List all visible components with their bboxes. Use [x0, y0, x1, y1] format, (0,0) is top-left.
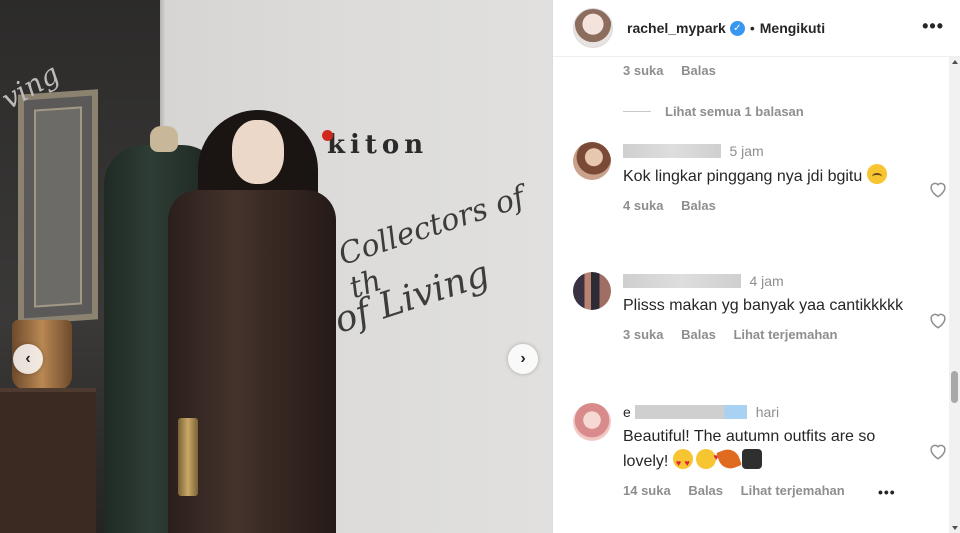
avatar[interactable] — [573, 8, 613, 48]
top-reply-meta: 3 suka Balas — [623, 63, 730, 78]
gold-clutch — [178, 418, 198, 496]
comment-item: 4 jam Plisss makan yg banyak yaa cantikk… — [573, 272, 946, 342]
reply-button[interactable]: Balas — [681, 63, 716, 78]
brand-logo: kiton — [322, 130, 428, 160]
comment-time[interactable]: hari — [756, 404, 779, 420]
brand-dot-icon — [322, 130, 333, 141]
comment-time[interactable]: 4 jam — [749, 273, 783, 289]
username-fragment[interactable]: e — [623, 404, 631, 420]
blurred-username[interactable] — [623, 143, 721, 158]
likes-count[interactable]: 4 suka — [623, 198, 663, 213]
fallen-leaf-emoji-icon — [715, 446, 742, 472]
scrollbar-thumb[interactable] — [951, 371, 958, 403]
post-header: rachel_mypark ✓ • Mengikuti ••• — [553, 0, 960, 57]
comments-pane: rachel_mypark ✓ • Mengikuti ••• 3 suka B… — [552, 0, 960, 533]
frowning-face-emoji-icon — [866, 164, 887, 184]
username-link[interactable]: rachel_mypark — [627, 20, 726, 36]
avatar[interactable] — [573, 403, 611, 441]
chevron-right-icon: › — [520, 350, 526, 367]
post-photo[interactable]: ving kiton Collectors of th e of Living … — [0, 0, 552, 533]
blurred-username[interactable] — [635, 404, 748, 419]
like-heart-icon[interactable] — [927, 178, 949, 200]
comment-text: Kok lingkar pinggang nya jdi bgitu — [623, 164, 913, 189]
avatar[interactable] — [573, 272, 611, 310]
verified-badge-icon: ✓ — [729, 20, 745, 36]
reply-button[interactable]: Balas — [688, 483, 723, 498]
like-heart-icon[interactable] — [927, 309, 949, 331]
scroll-down-arrow-icon[interactable] — [952, 526, 958, 530]
reply-button[interactable]: Balas — [681, 327, 716, 342]
kissing-heart-emoji-icon — [695, 445, 719, 469]
divider-line — [623, 111, 651, 112]
translate-button[interactable]: Lihat terjemahan — [733, 327, 837, 342]
prev-photo-button[interactable]: ‹ — [13, 344, 43, 374]
comment-item: e hari Beautiful! The autumn outfits are… — [573, 403, 946, 500]
like-heart-icon[interactable] — [927, 440, 949, 462]
heart-eyes-emoji-icon — [672, 449, 693, 475]
scrollbar[interactable] — [949, 57, 960, 533]
translate-button[interactable]: Lihat terjemahan — [741, 483, 845, 498]
scroll-up-arrow-icon[interactable] — [952, 60, 958, 64]
comment-more-options-icon[interactable]: ••• — [878, 484, 896, 500]
more-options-icon[interactable]: ••• — [922, 16, 944, 37]
chevron-left-icon: ‹ — [25, 350, 31, 367]
view-replies-button[interactable]: Lihat semua 1 balasan — [623, 104, 804, 119]
likes-count[interactable]: 3 suka — [623, 327, 663, 342]
comment-time[interactable]: 5 jam — [729, 143, 763, 159]
separator-dot: • — [749, 20, 755, 36]
following-button[interactable]: Mengikuti — [760, 20, 825, 36]
wooden-cabinet — [0, 388, 96, 533]
likes-count[interactable]: 3 suka — [623, 63, 663, 78]
avatar[interactable] — [573, 142, 611, 180]
person-face — [232, 120, 284, 184]
likes-count[interactable]: 14 suka — [623, 483, 671, 498]
comment-item: 5 jam Kok lingkar pinggang nya jdi bgitu… — [573, 142, 946, 213]
reply-button[interactable]: Balas — [681, 198, 716, 213]
picture-frame — [18, 89, 98, 325]
coat-emoji-icon — [741, 449, 762, 469]
view-replies-label: Lihat semua 1 balasan — [665, 104, 804, 119]
comment-text: Plisss makan yg banyak yaa cantikkkkk — [623, 297, 904, 314]
mannequin-head — [150, 126, 178, 152]
next-photo-button[interactable]: › — [508, 344, 538, 374]
blurred-username[interactable] — [623, 273, 741, 288]
comment-text: Beautiful! The autumn outfits are so lov… — [623, 425, 913, 475]
